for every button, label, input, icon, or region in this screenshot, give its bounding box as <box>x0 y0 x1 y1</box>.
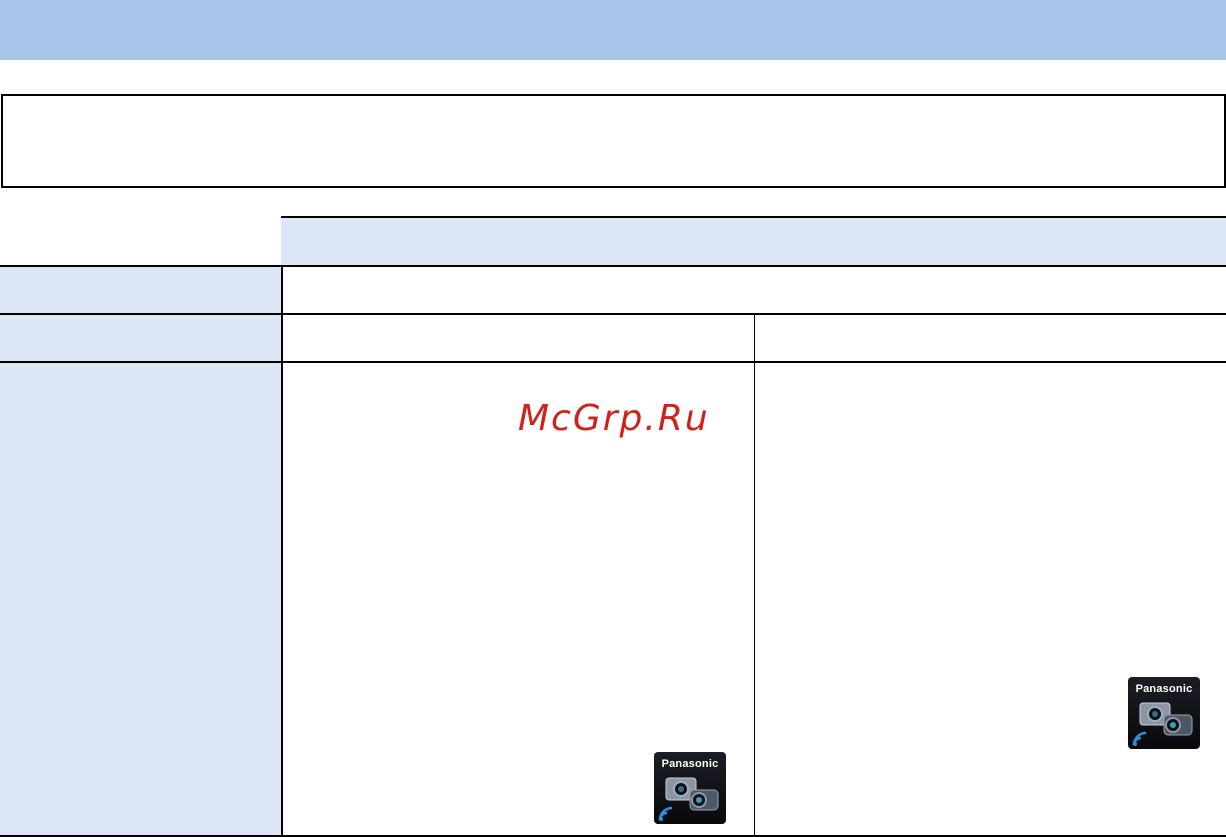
table-row-2-col-1 <box>281 313 755 362</box>
panasonic-app-icon: Panasonic <box>654 752 726 824</box>
panasonic-app-icon: Panasonic <box>1128 677 1200 749</box>
table-row-2-col-2 <box>754 313 1226 362</box>
table-header-col-1 <box>281 216 755 267</box>
camera-camcorder-icon <box>1132 702 1193 746</box>
table-row-3-col-2 <box>754 361 1226 837</box>
table-header-col-2 <box>754 216 1226 267</box>
section-header-bar <box>0 0 1226 60</box>
app-icon-brand-label: Panasonic <box>1135 683 1193 695</box>
table-row-1-label <box>0 265 282 314</box>
notice-box <box>1 94 1226 188</box>
table-row-3-label <box>0 361 282 837</box>
watermark-text: McGrp.Ru <box>518 398 710 439</box>
app-icon-brand-label: Panasonic <box>661 758 719 770</box>
table-row-1-value <box>281 265 1226 314</box>
table-row-2-label <box>0 313 282 362</box>
camera-camcorder-icon <box>658 777 719 821</box>
